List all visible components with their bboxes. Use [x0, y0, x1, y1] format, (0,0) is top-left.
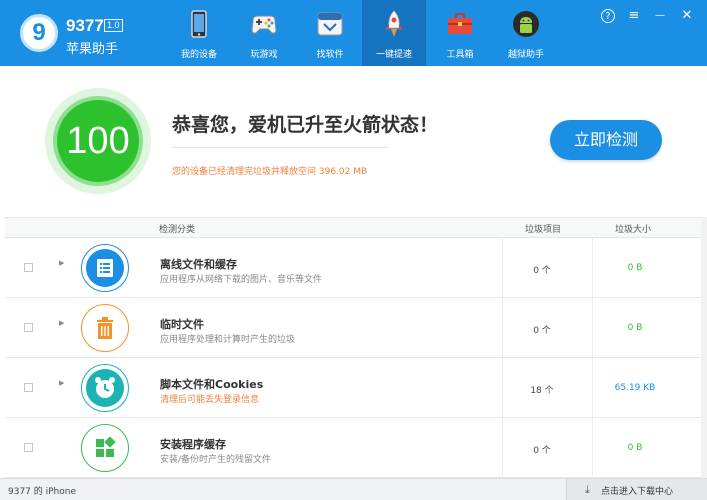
row-title: 脚本文件和Cookies [160, 378, 264, 391]
row-size: 65.19 KB [614, 383, 656, 393]
row-title: 离线文件和缓存 [160, 258, 237, 271]
help-button[interactable]: ? [601, 9, 615, 23]
expand-arrow-icon[interactable]: ▶ [59, 259, 64, 267]
header-items: 垃圾项目 [525, 225, 562, 235]
download-center-label: 点击进入下载中心 [601, 487, 674, 497]
row-description: 安装/备份时产生的残留文件 [160, 455, 272, 465]
check-now-button[interactable]: 立即检测 [550, 120, 662, 160]
scrollbar[interactable] [701, 217, 707, 478]
nav-one-click-speedup[interactable]: 一键提速 [362, 0, 426, 66]
table-header: 检测分类 垃圾项目 垃圾大小 [5, 217, 702, 238]
row-item-count: 0 个 [533, 326, 551, 336]
minimize-button[interactable]: — [652, 8, 668, 24]
header-category: 检测分类 [159, 225, 196, 235]
table-row[interactable]: ▶ 临时文件 应用程序处理和计算时产生的垃圾 0 个 0 B [5, 298, 702, 358]
score-value: 100 [66, 120, 130, 162]
alarm-clock-icon [81, 364, 129, 412]
trash-can-icon [81, 304, 129, 352]
score-gauge: 100 [45, 88, 151, 194]
nav-label: 玩游戏 [250, 50, 278, 60]
row-description: 应用程序处理和计算时产生的垃圾 [160, 335, 296, 345]
table-row[interactable]: ▶ 离线文件和缓存 应用程序从网络下载的图片、音乐等文件 0 个 0 B [5, 238, 702, 298]
android-icon [513, 11, 539, 37]
rocket-icon [385, 10, 403, 37]
row-checkbox[interactable] [24, 443, 33, 452]
device-name: 9377 的 iPhone [8, 487, 77, 497]
app-subtitle: 苹果助手 [66, 42, 119, 57]
status-bar: 9377 的 iPhone ⤓ 点击进入下载中心 [0, 478, 707, 500]
toolbox-icon [448, 13, 472, 34]
app-store-icon [317, 12, 343, 36]
menu-button[interactable]: ≡ [626, 8, 642, 24]
phone-icon [191, 10, 207, 38]
nav-label: 越狱助手 [507, 50, 544, 60]
status-headline: 恭喜您，爱机已升至火箭状态！ [172, 114, 439, 136]
row-size: 0 B [627, 263, 643, 273]
divider [172, 147, 388, 148]
nav-jailbreak-helper[interactable]: 越狱助手 [494, 0, 558, 66]
gamepad-icon [251, 15, 277, 34]
nav-label: 我的设备 [180, 50, 217, 60]
row-description: 应用程序从网络下载的图片、音乐等文件 [160, 275, 323, 285]
row-size: 0 B [627, 443, 643, 453]
table-row[interactable]: 安装程序缓存 安装/备份时产生的残留文件 0 个 0 B [5, 418, 702, 478]
nav-label: 找软件 [316, 50, 344, 60]
close-button[interactable]: ✕ [679, 8, 695, 24]
row-item-count: 0 个 [533, 446, 551, 456]
title-bar: 9 9377 1.0 苹果助手 我的设备 玩游戏 找软件 一键提速 工具箱 越狱… [0, 0, 707, 66]
app-title: 9377 [66, 16, 104, 35]
download-icon: ⤓ [585, 483, 590, 496]
row-size: 0 B [627, 323, 643, 333]
expand-arrow-icon[interactable]: ▶ [59, 319, 64, 327]
nav-find-software[interactable]: 找软件 [298, 0, 362, 66]
expand-arrow-icon[interactable]: ▶ [59, 379, 64, 387]
download-center-button[interactable]: ⤓ 点击进入下载中心 [566, 479, 707, 500]
app-version-badge: 1.0 [104, 19, 123, 32]
nav-my-device[interactable]: 我的设备 [167, 0, 231, 66]
row-checkbox[interactable] [24, 323, 33, 332]
status-subline: 您的设备已经清理完垃圾并释放空间 396.02 MB [172, 167, 368, 177]
row-item-count: 0 个 [533, 266, 551, 276]
nav-toolbox[interactable]: 工具箱 [428, 0, 492, 66]
nav-label: 一键提速 [375, 50, 412, 60]
nav-label: 工具箱 [446, 50, 474, 60]
nav-play-games[interactable]: 玩游戏 [232, 0, 296, 66]
row-description: 清理后可能丢失登录信息 [160, 395, 260, 405]
row-title: 临时文件 [160, 318, 204, 331]
row-title: 安装程序缓存 [160, 438, 226, 451]
document-list-icon [81, 244, 129, 292]
row-checkbox[interactable] [24, 383, 33, 392]
app-grid-icon [81, 424, 129, 472]
row-checkbox[interactable] [24, 263, 33, 272]
header-size: 垃圾大小 [615, 225, 652, 235]
row-item-count: 18 个 [530, 386, 554, 396]
app-logo-icon: 9 [20, 14, 58, 52]
table-row[interactable]: ▶ 脚本文件和Cookies 清理后可能丢失登录信息 18 个 65.19 KB [5, 358, 702, 418]
